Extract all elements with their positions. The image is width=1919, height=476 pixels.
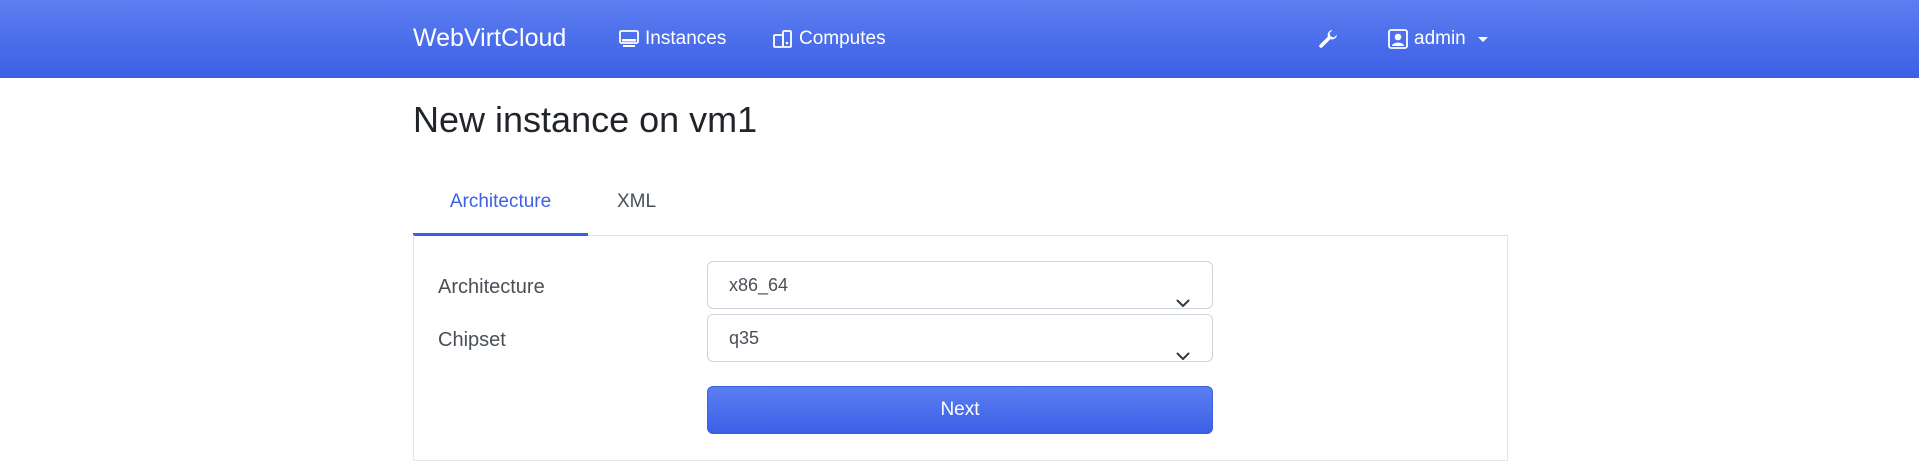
chipset-label: Chipset bbox=[438, 329, 506, 351]
chipset-select[interactable]: q35 bbox=[707, 314, 1213, 362]
architecture-select-value: x86_64 bbox=[729, 275, 789, 295]
user-menu-dropdown[interactable]: admin bbox=[1388, 26, 1488, 52]
tab-architecture[interactable]: Architecture bbox=[413, 178, 588, 236]
user-icon bbox=[1388, 29, 1408, 49]
nav-instances-label: Instances bbox=[645, 28, 727, 49]
tab-xml[interactable]: XML bbox=[617, 178, 687, 236]
brand-logo[interactable]: WebVirtCloud bbox=[413, 22, 566, 54]
tab-bar: Architecture XML bbox=[413, 178, 1508, 236]
tools-menu-button[interactable] bbox=[1317, 28, 1339, 50]
wrench-icon bbox=[1317, 28, 1339, 50]
nav-computes-link[interactable]: Computes bbox=[773, 26, 886, 52]
architecture-label: Architecture bbox=[438, 276, 545, 298]
user-menu-label: admin bbox=[1414, 28, 1466, 49]
servers-icon bbox=[773, 30, 793, 48]
chevron-down-icon bbox=[1176, 332, 1190, 378]
nav-computes-label: Computes bbox=[799, 28, 886, 49]
monitor-icon bbox=[619, 30, 639, 48]
chipset-select-value: q35 bbox=[729, 328, 760, 348]
page-title: New instance on vm1 bbox=[413, 99, 758, 140]
top-navbar: WebVirtCloud Instances Computes admin bbox=[0, 0, 1919, 78]
architecture-select[interactable]: x86_64 bbox=[707, 261, 1213, 309]
chevron-down-icon bbox=[1477, 36, 1488, 42]
nav-instances-link[interactable]: Instances bbox=[619, 26, 726, 52]
next-button[interactable]: Next bbox=[707, 386, 1213, 434]
